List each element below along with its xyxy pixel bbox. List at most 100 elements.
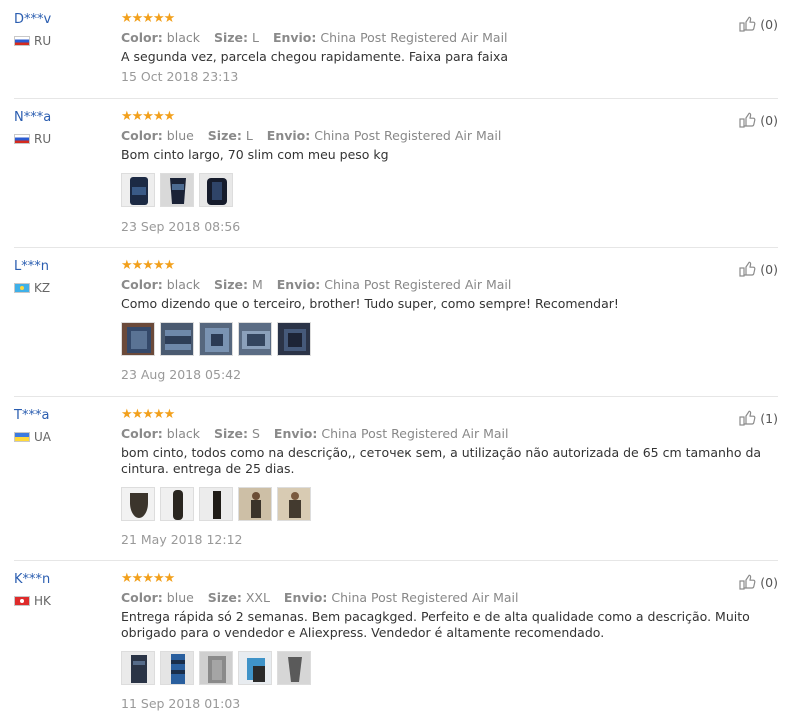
- reviewer-name: L***n: [14, 259, 49, 274]
- size-label: Size:: [213, 30, 248, 45]
- review-photo[interactable]: [277, 322, 311, 356]
- review-content: ★★★★★ Color: black Size: M Envio: China …: [121, 258, 776, 382]
- review-photo[interactable]: [160, 173, 194, 207]
- shipping-label: Envio:: [276, 277, 321, 292]
- review-photo[interactable]: [277, 487, 311, 521]
- shipping-label: Envio:: [272, 30, 317, 45]
- review-photo[interactable]: [238, 322, 272, 356]
- review-photo[interactable]: [121, 173, 155, 207]
- reviewer-info: T***a UA: [14, 408, 51, 444]
- thumbs-up-icon: [739, 261, 756, 277]
- color-value: black: [166, 277, 200, 292]
- color-value: blue: [166, 590, 194, 605]
- reviewer-country: HK: [14, 594, 51, 608]
- helpful-button[interactable]: (0): [739, 112, 778, 128]
- order-attributes: Color: black Size: L Envio: China Post R…: [121, 30, 776, 46]
- country-code: KZ: [34, 281, 51, 295]
- color-value: black: [166, 426, 200, 441]
- review-photo[interactable]: [238, 487, 272, 521]
- shipping-label: Envio:: [283, 590, 328, 605]
- review-photo[interactable]: [199, 651, 233, 685]
- review-content: ★★★★★ Color: blue Size: L Envio: China P…: [121, 109, 776, 234]
- color-value: blue: [166, 128, 194, 143]
- color-label: Color:: [121, 30, 163, 45]
- shipping-value: China Post Registered Air Mail: [331, 590, 519, 605]
- review-date: 15 Oct 2018 23:13: [121, 69, 239, 84]
- divider: [14, 98, 778, 99]
- star-rating: ★★★★★: [121, 571, 175, 586]
- ukraine-flag-icon: [14, 432, 30, 442]
- review-text: bom cinto, todos como na descrição,, сет…: [121, 445, 762, 476]
- shipping-label: Envio:: [266, 128, 311, 143]
- review-photos: [121, 173, 776, 209]
- size-value: L: [251, 30, 259, 45]
- reviewer-info: N***a RU: [14, 110, 51, 146]
- review-photo[interactable]: [121, 487, 155, 521]
- size-label: Size:: [207, 128, 242, 143]
- review-photos: [121, 487, 776, 523]
- shipping-value: China Post Registered Air Mail: [321, 426, 509, 441]
- color-label: Color:: [121, 590, 163, 605]
- review-photo[interactable]: [160, 322, 194, 356]
- country-code: HK: [34, 594, 51, 608]
- reviewer-info: L***n KZ: [14, 259, 50, 295]
- review-date: 23 Aug 2018 05:42: [121, 367, 242, 382]
- review-photo[interactable]: [199, 322, 233, 356]
- reviewer-name: K***n: [14, 572, 51, 587]
- star-rating: ★★★★★: [121, 258, 175, 273]
- reviewer-name: T***a: [14, 408, 50, 423]
- review-photo[interactable]: [121, 651, 155, 685]
- country-code: RU: [34, 34, 52, 48]
- review-photos: [121, 651, 776, 687]
- star-rating: ★★★★★: [121, 109, 175, 124]
- country-code: RU: [34, 132, 52, 146]
- review-photo[interactable]: [199, 173, 233, 207]
- review-content: ★★★★★ Color: black Size: L Envio: China …: [121, 11, 776, 85]
- review-date: 11 Sep 2018 01:03: [121, 696, 241, 711]
- divider: [14, 396, 778, 397]
- kazakhstan-flag-icon: [14, 283, 30, 293]
- reviewer-info: K***n HK: [14, 572, 51, 608]
- shipping-label: Envio:: [273, 426, 318, 441]
- review-photo[interactable]: [121, 322, 155, 356]
- helpful-count: (0): [760, 112, 778, 128]
- review-content: ★★★★★ Color: blue Size: XXL Envio: China…: [121, 571, 776, 711]
- review-photo[interactable]: [199, 487, 233, 521]
- order-attributes: Color: blue Size: L Envio: China Post Re…: [121, 128, 776, 144]
- size-label: Size:: [207, 590, 242, 605]
- russia-flag-icon: [14, 36, 30, 46]
- thumbs-up-icon: [739, 112, 756, 128]
- helpful-button[interactable]: (0): [739, 261, 778, 277]
- helpful-button[interactable]: (0): [739, 16, 778, 32]
- star-rating: ★★★★★: [121, 407, 175, 422]
- color-label: Color:: [121, 277, 163, 292]
- divider: [14, 560, 778, 561]
- review-text: A segunda vez, parcela chegou rapidament…: [121, 49, 509, 64]
- review-photo[interactable]: [160, 487, 194, 521]
- helpful-count: (0): [760, 574, 778, 590]
- reviewer-name: D***v: [14, 12, 52, 27]
- size-value: S: [251, 426, 260, 441]
- review-photo[interactable]: [277, 651, 311, 685]
- review-text: Entrega rápida só 2 semanas. Bem pacagkg…: [121, 609, 750, 640]
- color-label: Color:: [121, 128, 163, 143]
- shipping-value: China Post Registered Air Mail: [314, 128, 502, 143]
- size-label: Size:: [213, 277, 248, 292]
- review-date: 23 Sep 2018 08:56: [121, 219, 241, 234]
- reviewer-country: KZ: [14, 281, 50, 295]
- review-photos: [121, 322, 776, 358]
- divider: [14, 247, 778, 248]
- review-text: Bom cinto largo, 70 slim com meu peso kg: [121, 147, 389, 162]
- review-photo[interactable]: [160, 651, 194, 685]
- star-rating: ★★★★★: [121, 11, 175, 26]
- review-text: Como dizendo que o terceiro, brother! Tu…: [121, 296, 619, 311]
- color-value: black: [166, 30, 200, 45]
- size-label: Size:: [213, 426, 248, 441]
- review-photo[interactable]: [238, 651, 272, 685]
- reviewer-info: D***v RU: [14, 12, 52, 48]
- order-attributes: Color: black Size: S Envio: China Post R…: [121, 426, 776, 442]
- helpful-button[interactable]: (0): [739, 574, 778, 590]
- thumbs-up-icon: [739, 16, 756, 32]
- helpful-count: (0): [760, 261, 778, 277]
- helpful-button[interactable]: (1): [739, 410, 778, 426]
